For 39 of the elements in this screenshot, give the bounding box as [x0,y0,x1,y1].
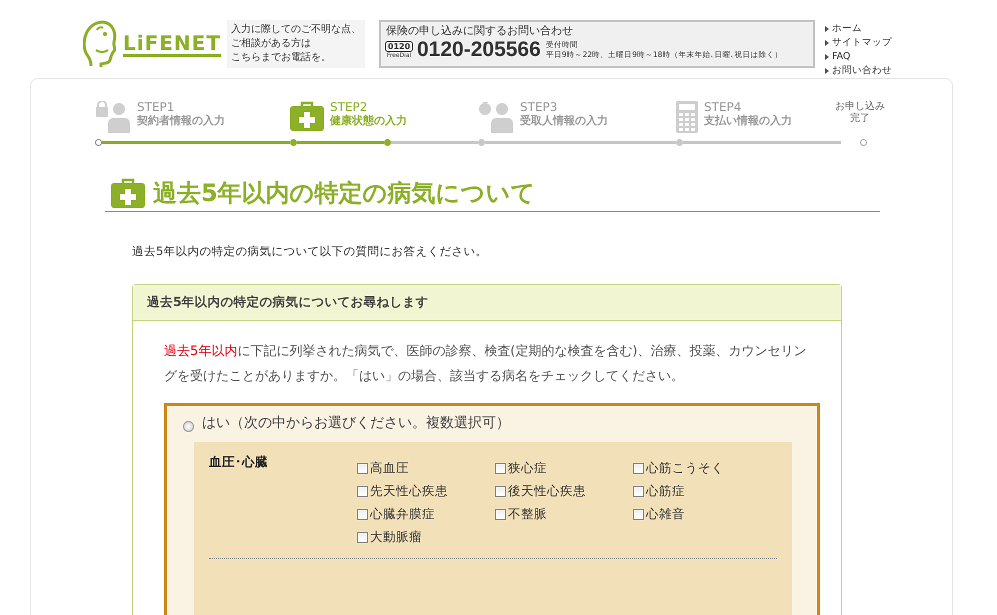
panel-title: 過去5年以内の特定の病気についてお尋ねします [133,285,841,321]
first-aid-kit-icon [290,101,324,131]
header-link[interactable]: お問い合わせ [825,64,892,78]
disease-checkbox[interactable]: 後天性心疾患 [495,482,633,500]
question-text: 過去5年以内に下記に列挙された病気で、医師の診察、検査(定期的な検査を含む)、治療、投薬、カウンセリングを受けたことがありますか。「はい」の場合、該当する病名をチェックしてください。 [164,343,808,386]
step-number: STEP3 [520,101,558,114]
header-link[interactable]: FAQ [825,50,892,64]
step-label: 健康状態の入力 [330,114,407,127]
money-bag-person-icon [478,101,514,133]
step-label: お申し込み完了 [835,101,885,125]
step-number: STEP1 [137,101,176,114]
head-logo-icon [83,20,117,68]
step-label: 受取人情報の入力 [520,114,608,127]
calculator-icon [676,101,698,133]
first-aid-kit-icon [111,178,145,208]
page-title: 過去5年以内の特定の病気について [153,178,536,209]
disease-checkbox[interactable]: 心筋症 [633,482,773,500]
lock-person-icon [95,101,131,133]
help-notice: 入力に際してのご不明な点、 ご相談がある方は こちらまでお電話を。 [227,20,365,68]
disease-checkbox[interactable]: 狭心症 [495,459,633,477]
intro-text: 過去5年以内の特定の病気について以下の質問にお答えください。 [132,244,488,259]
disease-checkbox[interactable]: 先天性心疾患 [357,482,495,500]
disease-checkbox[interactable]: 心筋こうそく [633,459,773,477]
disease-checkbox[interactable]: 不整脈 [495,505,633,523]
step-label: 契約者情報の入力 [137,114,225,127]
step-number: STEP2 [330,101,368,114]
disease-checkbox[interactable]: 高血圧 [357,459,495,477]
disease-checkbox[interactable]: 心雑音 [633,505,773,523]
category-label: 血圧･心臓 [209,454,269,471]
header-link[interactable]: サイトマップ [825,36,892,50]
step-number: STEP4 [704,101,742,114]
freedial-mark: 0120 [384,41,414,52]
step-label: 支払い情報の入力 [704,114,792,127]
yes-radio[interactable]: はい（次の中からお選びください。複数選択可） [183,414,792,432]
contact-title: 保険の申し込みに関するお問い合わせ [386,24,574,38]
header-link[interactable]: ホーム [825,22,892,36]
disease-checkbox[interactable]: 大動脈瘤 [357,528,495,546]
phone-number: 0120-205566 [417,38,541,62]
disease-checkbox[interactable]: 心臓弁膜症 [357,505,495,523]
